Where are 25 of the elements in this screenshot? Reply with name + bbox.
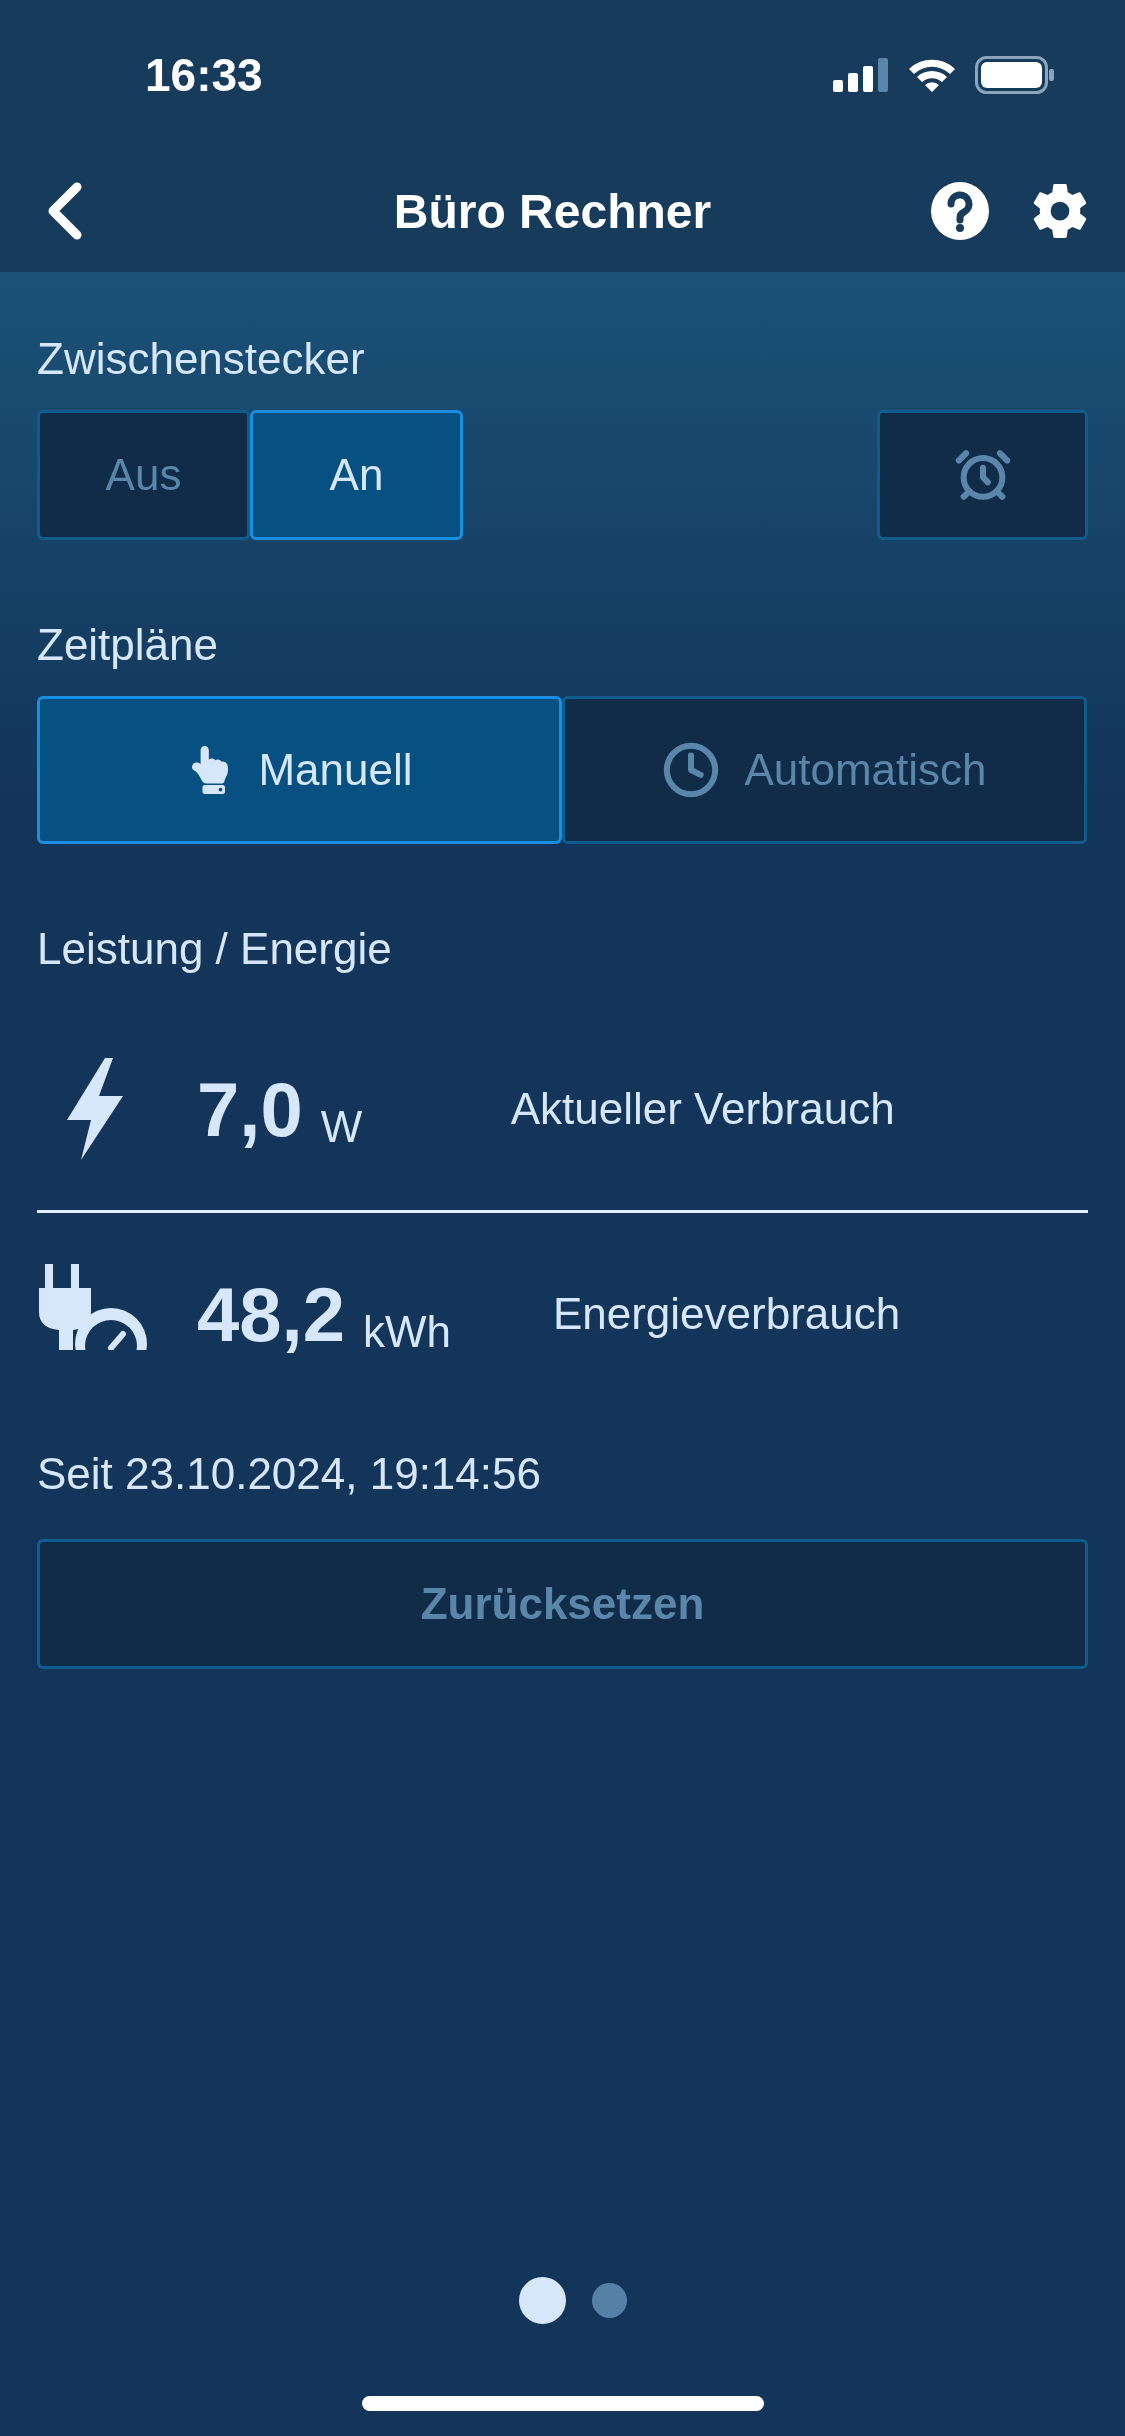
clock-icon [662, 741, 721, 799]
lightning-icon [67, 1058, 123, 1160]
page-dot[interactable] [518, 2277, 566, 2324]
section-heading: Zwischenstecker [37, 334, 366, 384]
wifi-icon [907, 57, 957, 93]
signal-icon [833, 58, 889, 92]
metric-label: Energieverbrauch [552, 1289, 901, 1339]
status-time: 16:33 [145, 48, 263, 102]
metric-label: Aktueller Verbrauch [510, 1084, 895, 1134]
metric-unit: kWh [362, 1307, 452, 1357]
metric-unit: W [320, 1102, 364, 1152]
plug-gauge-icon [37, 1264, 149, 1364]
section-heading: Leistung / Energie [37, 924, 393, 974]
schedule-tab[interactable]: Manuell [37, 696, 562, 844]
battery-icon [975, 56, 1055, 94]
reset-timestamp: Seit 23.10.2024, 19:14:56 [37, 1449, 542, 1499]
section-heading: Zeitpläne [37, 620, 219, 670]
metric-value: 48,2 [197, 1270, 345, 1358]
metric-value: 7,0 [197, 1065, 303, 1153]
schedule-tab[interactable]: Automatisch [562, 696, 1087, 844]
page-dot[interactable] [591, 2283, 627, 2318]
toggle-option[interactable]: Aus [37, 410, 250, 540]
timer-button[interactable] [877, 410, 1088, 540]
toggle-option[interactable]: An [250, 410, 463, 540]
screen-title: Büro Rechner [392, 183, 713, 239]
